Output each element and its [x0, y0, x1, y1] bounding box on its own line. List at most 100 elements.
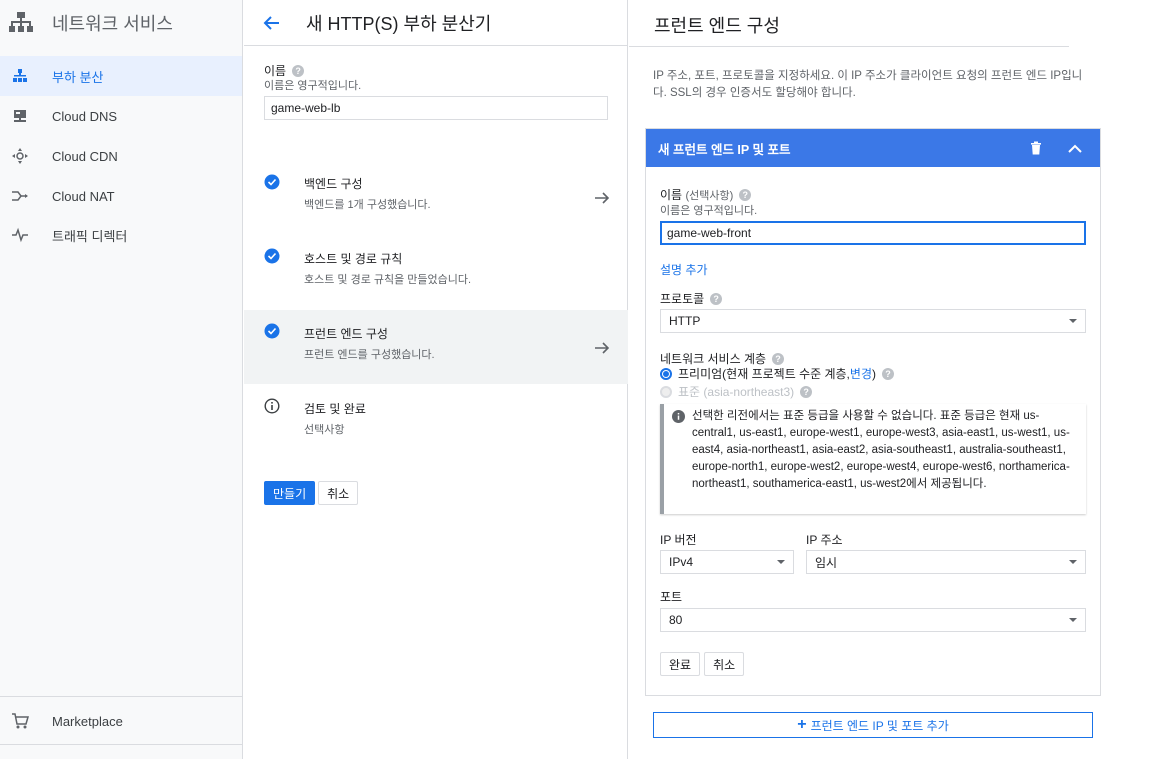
back-arrow-icon[interactable] [262, 13, 282, 33]
card-action-buttons: 완료 취소 [660, 652, 745, 676]
network-services-icon [9, 12, 33, 32]
ip-version-value: IPv4 [669, 555, 694, 569]
dropdown-caret-icon [1069, 319, 1077, 323]
sidebar-divider [0, 696, 243, 697]
sidebar-item-label: Cloud NAT [52, 188, 115, 204]
step-subtitle: 선택사항 [304, 424, 345, 436]
cdn-icon [10, 146, 30, 166]
frontend-name-label: 이름 [660, 188, 683, 202]
arrow-right-icon[interactable] [594, 340, 610, 356]
tier-standard-text: 표준 (asia-northeast3) [678, 385, 795, 399]
port-value: 80 [669, 613, 683, 627]
divider [629, 46, 1069, 47]
optional-text: (선택사항) [685, 189, 734, 202]
step-review[interactable]: 검토 및 완료 선택사항 [244, 386, 628, 460]
traffic-director-icon [10, 225, 30, 245]
protocol-value: HTTP [669, 314, 701, 328]
cancel-button[interactable]: 취소 [318, 481, 359, 505]
protocol-label: 프로토콜 [660, 292, 705, 306]
dropdown-caret-icon [1069, 560, 1077, 564]
frontend-name-input[interactable]: game-web-front [660, 221, 1086, 245]
load-balancer-panel: 새 HTTP(S) 부하 분산기 이름? 이름은 영구적입니다. game-we… [244, 0, 628, 759]
sidebar-item-label: 부하 분산 [52, 69, 104, 85]
sidebar-item-load-balancing[interactable]: 부하 분산 [0, 56, 242, 96]
help-icon[interactable]: ? [710, 292, 723, 305]
plus-icon: + [797, 716, 807, 733]
sidebar-item-marketplace[interactable]: Marketplace [0, 701, 242, 741]
help-icon[interactable]: ? [772, 352, 785, 365]
lb-name-input[interactable]: game-web-lb [264, 96, 608, 120]
ip-address-select[interactable]: 임시 [806, 550, 1086, 574]
trash-icon[interactable] [1028, 140, 1044, 156]
help-icon[interactable]: ? [800, 385, 813, 398]
sidebar-item-label: Cloud DNS [52, 108, 118, 124]
step-backend[interactable]: 백엔드 구성 백엔드를 1개 구성했습니다. [244, 160, 628, 234]
check-circle-icon [264, 174, 280, 190]
page-title: 새 HTTP(S) 부하 분산기 [306, 13, 492, 34]
radio-disabled [660, 385, 672, 398]
protocol-select[interactable]: HTTP [660, 309, 1086, 333]
help-icon[interactable]: ? [739, 188, 752, 201]
tier-info-box: 선택한 리전에서는 표준 등급을 사용할 수 없습니다. 표준 등급은 현재 u… [660, 404, 1086, 514]
sidebar-divider [0, 744, 243, 745]
new-frontend-card: 새 프런트 엔드 IP 및 포트 이름 (선택사항)? 이름은 영구적입니다. … [645, 128, 1101, 696]
step-host-path-rules[interactable]: 호스트 및 경로 규칙 호스트 및 경로 규칙을 만들었습니다. [244, 235, 628, 309]
frontend-config-panel: 프런트 엔드 구성 IP 주소, 포트, 프로토콜을 지정하세요. 이 IP 주… [629, 0, 1165, 759]
add-description-link[interactable]: 설명 추가 [660, 261, 708, 278]
done-button[interactable]: 완료 [660, 652, 701, 676]
sidebar-item-cloud-dns[interactable]: Cloud DNS [0, 96, 242, 136]
tier-premium-suffix: ) [872, 366, 876, 381]
dns-icon [10, 106, 30, 126]
lb-name-hint: 이름은 영구적입니다. [264, 80, 362, 92]
step-title: 검토 및 완료 [304, 402, 366, 416]
frontend-config-description: IP 주소, 포트, 프로토콜을 지정하세요. 이 IP 주소가 클라이언트 요… [653, 70, 1083, 99]
arrow-right-icon[interactable] [594, 190, 610, 206]
radio-selected[interactable] [660, 367, 672, 380]
tier-standard-option: 표준 (asia-northeast3)? [660, 383, 813, 400]
dropdown-caret-icon [777, 560, 785, 564]
frontend-name-label-row: 이름 (선택사항)? [660, 186, 752, 203]
sidebar-item-cloud-nat[interactable]: Cloud NAT [0, 176, 242, 216]
info-icon [264, 398, 280, 414]
protocol-label-row: 프로토콜? [660, 290, 723, 307]
tier-premium-option[interactable]: 프리미엄(현재 프로젝트 수준 계층, 변경)? [660, 365, 894, 382]
sidebar-header: 네트워크 서비스 [0, 0, 242, 46]
card-cancel-button[interactable]: 취소 [704, 652, 745, 676]
sidebar-item-label: Cloud CDN [52, 148, 118, 164]
check-circle-icon [264, 323, 280, 339]
cart-icon [10, 711, 30, 731]
frontend-config-title: 프런트 엔드 구성 [654, 16, 780, 36]
step-title: 백엔드 구성 [304, 177, 363, 191]
add-frontend-button[interactable]: + 프런트 엔드 IP 및 포트 추가 [653, 712, 1093, 738]
step-title: 프런트 엔드 구성 [304, 327, 388, 341]
sidebar-item-cloud-cdn[interactable]: Cloud CDN [0, 136, 242, 176]
sidebar-item-label: Marketplace [52, 713, 123, 729]
nat-icon [10, 186, 30, 206]
step-title: 호스트 및 경로 규칙 [304, 252, 403, 266]
create-button[interactable]: 만들기 [264, 481, 316, 505]
action-buttons: 만들기 취소 [264, 481, 359, 505]
ip-address-label: IP 주소 [806, 533, 843, 547]
tier-change-link[interactable]: 변경 [850, 365, 872, 382]
help-icon[interactable]: ? [292, 64, 305, 77]
step-frontend[interactable]: 프런트 엔드 구성 프런트 엔드를 구성했습니다. [244, 310, 628, 384]
sidebar: 네트워크 서비스 부하 분산 Cloud DNS Cloud CDN Cloud… [0, 0, 243, 759]
tier-info-text: 선택한 리전에서는 표준 등급을 사용할 수 없습니다. 표준 등급은 현재 u… [692, 410, 1070, 490]
sidebar-item-traffic-director[interactable]: 트래픽 디렉터 [0, 215, 242, 255]
dropdown-caret-icon [1069, 618, 1077, 622]
info-icon [672, 410, 685, 423]
port-label: 포트 [660, 590, 683, 604]
sidebar-title: 네트워크 서비스 [52, 14, 173, 34]
card-header[interactable]: 새 프런트 엔드 IP 및 포트 [646, 129, 1100, 167]
port-select[interactable]: 80 [660, 608, 1086, 632]
ip-address-value: 임시 [815, 555, 838, 570]
sidebar-item-label: 트래픽 디렉터 [52, 228, 128, 244]
step-subtitle: 프런트 엔드를 구성했습니다. [304, 349, 435, 361]
chevron-up-icon[interactable] [1066, 140, 1084, 158]
ip-version-select[interactable]: IPv4 [660, 550, 794, 574]
check-circle-icon [264, 248, 280, 264]
help-icon[interactable]: ? [882, 367, 894, 380]
add-frontend-label: 프런트 엔드 IP 및 포트 추가 [810, 718, 949, 733]
step-subtitle: 호스트 및 경로 규칙을 만들었습니다. [304, 274, 472, 286]
load-balancing-icon [10, 66, 30, 86]
